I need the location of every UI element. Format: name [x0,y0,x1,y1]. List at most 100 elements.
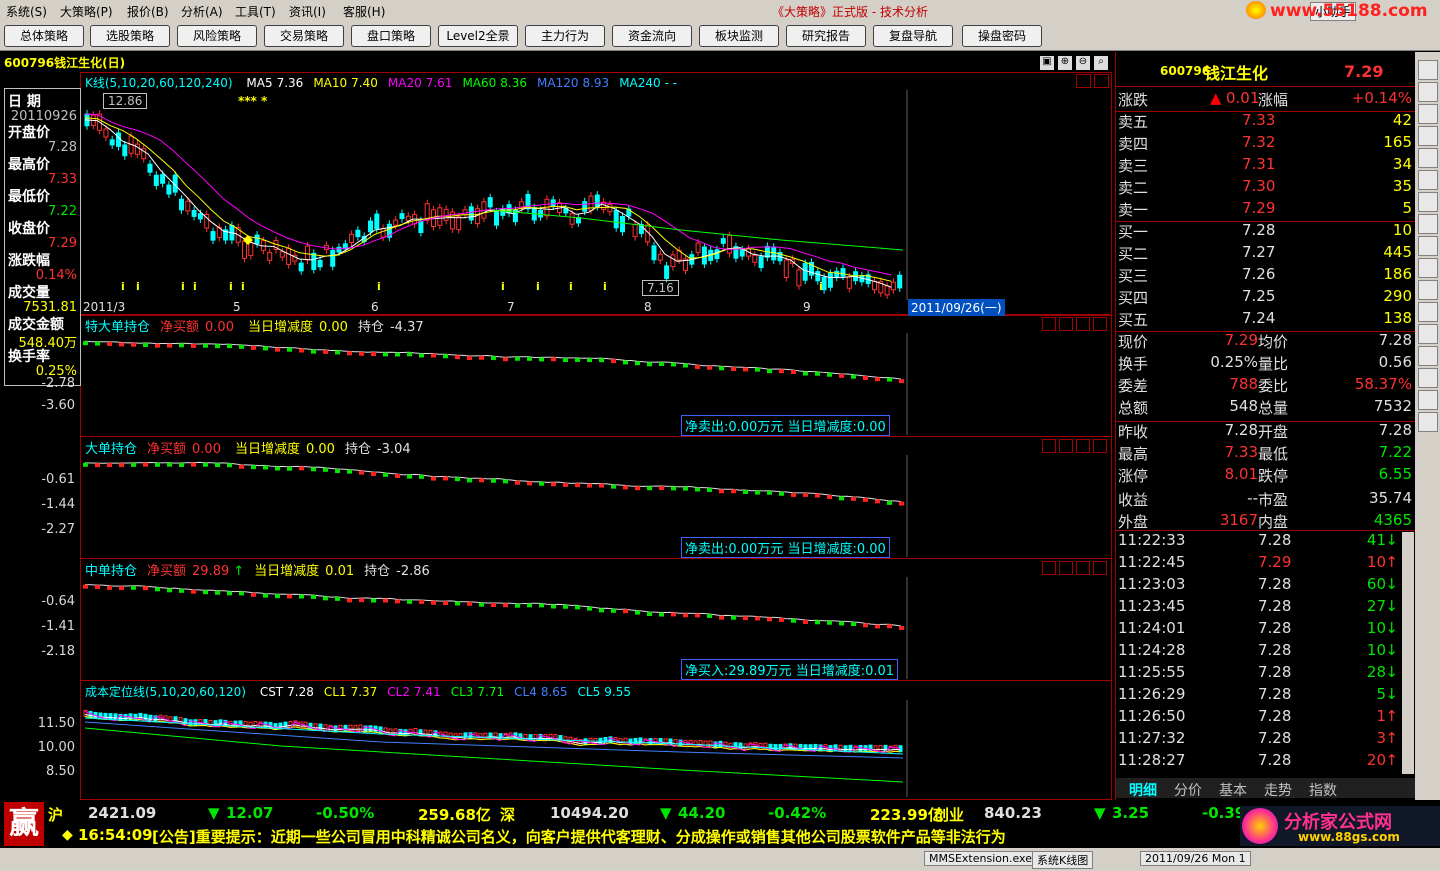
stat-label: 昨收 [1118,423,1149,441]
cost-y-label: 10.00 [37,740,75,755]
taskbar-item[interactable]: MMSExtension.exe [924,851,1037,866]
stat-row: 涨停 8.01 跌停 6.55 [1118,465,1414,487]
help-icon[interactable] [1418,412,1438,432]
panel-chart[interactable] [81,455,1109,557]
taskbar: MMSExtension.exe 系统K线图 2011/09/26 Mon 1 [0,848,1440,871]
toolbar-level2[interactable]: Level2全景 [438,25,518,47]
info-open: 7.28 [48,140,77,155]
panel-add-icon[interactable] [1076,439,1090,453]
menu-strategy[interactable]: 大策略(P) [60,3,113,20]
settings-icon[interactable] [1418,390,1438,410]
kline-legend: K线(5,10,20,60,120,240) MA5 7.36 MA10 7.40 MA… [85,74,677,91]
ask-row: 卖二 7.30 35 [1118,177,1414,199]
panel-restore-icon[interactable] [1042,561,1056,575]
toolbar-replay[interactable]: 复盘导航 [873,25,953,47]
ma-name: MA120 [537,76,579,90]
tick-price: 7.28 [1258,575,1292,593]
panel-close-icon[interactable] [1093,317,1107,331]
toolbar-orderbook-strategy[interactable]: 盘口策略 [351,25,431,47]
news-icon[interactable] [1418,126,1438,146]
panel-close-icon[interactable] [1094,74,1109,88]
ruler-icon[interactable] [1418,302,1438,322]
menu-analysis[interactable]: 分析(A) [181,3,223,20]
report-icon[interactable] [1418,236,1438,256]
tick-direction-icon: ↓ [1385,575,1398,593]
panel-restore-icon[interactable] [1042,317,1056,331]
menu-tools[interactable]: 工具(T) [235,3,276,20]
list-icon[interactable] [1418,148,1438,168]
link-icon[interactable] [1418,368,1438,388]
panel-copy-icon[interactable] [1059,317,1073,331]
menu-info[interactable]: 资讯(I) [289,3,326,20]
stat-label: 内盘 [1258,513,1289,531]
candle-icon[interactable] [1418,192,1438,212]
x-tick-label: 5 [233,300,241,314]
panel-add-icon[interactable] [1076,561,1090,575]
tick-price: 7.29 [1258,553,1292,571]
tick-volume: 10 [1366,641,1386,659]
taskbar-item[interactable]: 系统K线图 [1032,851,1094,869]
panel-maximize-icon[interactable] [1076,74,1091,88]
toolbar-overall-strategy[interactable]: 总体策略 [4,25,84,47]
toolbar-risk-strategy[interactable]: 风险策略 [177,25,257,47]
search-icon[interactable]: ⌕ [1094,56,1108,70]
tick-scrollbar[interactable] [1402,532,1414,774]
toolbar-stock-selection[interactable]: 选股策略 [90,25,170,47]
panel-note: 净买入:29.89万元 当日增减度:0.01 [681,659,899,680]
logo: 赢 [4,802,44,846]
panel-add-icon[interactable] [1076,317,1090,331]
zoom-in-icon[interactable]: ⊕ [1058,56,1072,70]
panel-chart[interactable] [81,577,1109,679]
quote-tab[interactable]: 指数 [1302,780,1344,800]
pen-icon[interactable] [1418,280,1438,300]
panel-close-icon[interactable] [1093,439,1107,453]
zoom-out-icon[interactable]: ⊖ [1076,56,1090,70]
kline-icon[interactable] [1418,170,1438,190]
kline-chart[interactable]: iiiiiiiiiiii [81,90,1109,314]
split-icon[interactable] [1418,214,1438,234]
toolbar-fund-flow[interactable]: 资金流向 [612,25,692,47]
panel-chart[interactable] [81,333,1109,435]
stat-value: 7.28 [1224,421,1258,439]
index-name: 深 [500,806,516,824]
stat-label: 委差 [1118,377,1149,395]
toolbar-research[interactable]: 研究报告 [786,25,866,47]
stat-row: 现价 7.29 均价 7.28 [1118,331,1414,353]
tag-icon[interactable] [1418,346,1438,366]
menu-quote[interactable]: 报价(B) [127,3,169,20]
toolbar-trade-strategy[interactable]: 交易策略 [264,25,344,47]
stat-value: 4365 [1373,511,1412,529]
tick-time: 11:24:28 [1118,641,1186,659]
stat-label: 市盈 [1258,491,1289,509]
info-vol: 7531.81 [23,300,77,315]
toolbar-sector-monitor[interactable]: 板块监测 [699,25,779,47]
quote-tab[interactable]: 分价 [1167,780,1209,800]
quote-tab[interactable]: 走势 [1257,780,1299,800]
key-icon[interactable] [1418,324,1438,344]
restore-icon[interactable]: ▣ [1040,56,1054,70]
grid-icon[interactable] [1418,60,1438,80]
stat-value: 58.37% [1354,375,1412,393]
panel-close-icon[interactable] [1093,561,1107,575]
menu-system[interactable]: 系统(S) [6,3,47,20]
stat-value: 7.28 [1378,331,1412,349]
level-volume: 42 [1392,111,1412,129]
level-volume: 35 [1392,177,1412,195]
panel-y-label: -0.61 [41,472,75,487]
info-icon[interactable] [1418,258,1438,278]
tick-row: 11:26:50 7.28 1 ↑ [1118,707,1400,729]
quote-tab[interactable]: 基本 [1212,780,1254,800]
bar-chart-icon[interactable] [1418,82,1438,102]
panel-copy-icon[interactable] [1059,439,1073,453]
toolbar-main-force[interactable]: 主力行为 [525,25,605,47]
panel-copy-icon[interactable] [1059,561,1073,575]
panel-restore-icon[interactable] [1042,439,1056,453]
quote-tab[interactable]: 明细 [1122,780,1164,800]
toolbar-trading-code[interactable]: 操盘密码 [962,25,1042,47]
menu-service[interactable]: 客服(H) [343,3,385,20]
tick-direction-icon: ↓ [1385,641,1398,659]
table-icon[interactable] [1418,104,1438,124]
level-price: 7.26 [1242,265,1276,283]
cost-line-chart[interactable] [81,700,1109,797]
svg-text:i: i [121,280,125,293]
